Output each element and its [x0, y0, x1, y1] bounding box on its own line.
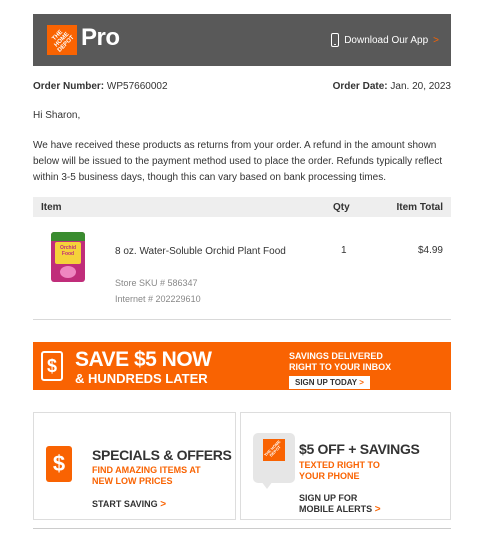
- chevron-right-icon: >: [374, 504, 381, 515]
- chevron-right-icon: >: [359, 378, 364, 387]
- banner-right-line2: RIGHT TO YOUR INBOX: [289, 362, 392, 372]
- order-number: Order Number: WP57660002: [33, 81, 168, 92]
- promo-sub-line1: TEXTED RIGHT TO: [299, 460, 380, 470]
- orchid-flower-graphic: [60, 266, 76, 278]
- greeting: Hi Sharon,: [33, 110, 81, 121]
- product-qty: 1: [341, 245, 347, 256]
- home-depot-logo[interactable]: THE HOME DEPOT: [47, 25, 77, 55]
- order-number-label: Order Number:: [33, 81, 105, 92]
- dollar-icon: $: [46, 446, 72, 482]
- col-qty: Qty: [333, 202, 350, 213]
- product-name[interactable]: 8 oz. Water-Soluble Orchid Plant Food: [115, 246, 286, 257]
- banner-right-text: SAVINGS DELIVERED RIGHT TO YOUR INBOX: [289, 351, 391, 373]
- download-app-label: Download Our App: [344, 34, 429, 46]
- pro-wordmark: Pro: [81, 24, 120, 51]
- product-box-top: [51, 232, 85, 241]
- order-date-value: Jan. 20, 2023: [390, 81, 451, 92]
- order-number-value: WP57660002: [106, 81, 168, 92]
- order-date-label: Order Date:: [332, 81, 388, 92]
- phone-icon: [331, 33, 340, 47]
- banner-right-line1: SAVINGS DELIVERED: [289, 351, 383, 361]
- mobile-alerts-link[interactable]: SIGN UP FOR MOBILE ALERTS >: [299, 493, 381, 515]
- mobile-alerts-line2: MOBILE ALERTS >: [299, 504, 381, 515]
- chevron-right-icon: >: [160, 499, 167, 510]
- promo-subtitle: FIND AMAZING ITEMS AT NEW LOW PRICES: [92, 465, 201, 487]
- download-app-link[interactable]: Download Our App >: [331, 33, 439, 47]
- home-depot-logo: THE HOME DEPOT: [263, 439, 285, 461]
- promo-title: $5 OFF + SAVINGS: [299, 441, 420, 457]
- promo-sub-line2: NEW LOW PRICES: [92, 476, 173, 486]
- email-body: THE HOME DEPOT Pro Download Our App > Or…: [33, 14, 451, 529]
- return-message: We have received these products as retur…: [33, 140, 443, 183]
- banner-subline: & HUNDREDS LATER: [75, 371, 208, 386]
- product-total: $4.99: [417, 245, 443, 256]
- start-saving-label: START SAVING: [92, 499, 158, 509]
- product-store-sku: Store SKU # 586347: [115, 278, 198, 288]
- chevron-right-icon: >: [433, 34, 439, 46]
- chat-bubble-tail: [261, 481, 273, 489]
- promo-sub-line2: YOUR PHONE: [299, 471, 360, 481]
- email-header: THE HOME DEPOT Pro Download Our App >: [33, 14, 451, 66]
- sign-up-today-label: SIGN UP TODAY: [295, 378, 357, 387]
- mobile-alerts-promo[interactable]: THE HOME DEPOT $5 OFF + SAVINGS TEXTED R…: [240, 412, 451, 520]
- order-date: Order Date: Jan. 20, 2023: [333, 81, 451, 92]
- col-item: Item: [41, 202, 62, 213]
- product-internet-number: Internet # 202229610: [115, 294, 201, 304]
- footer-divider: [33, 528, 451, 529]
- promo-sub-line1: FIND AMAZING ITEMS AT: [92, 465, 201, 475]
- logo-text: THE HOME DEPOT: [51, 29, 76, 54]
- banner-headline: SAVE $5 NOW: [75, 348, 212, 371]
- mobile-alerts-line1: SIGN UP FOR: [299, 493, 358, 503]
- col-item-total: Item Total: [396, 202, 443, 213]
- start-saving-link[interactable]: START SAVING >: [92, 499, 166, 510]
- specials-offers-promo[interactable]: $ SPECIALS & OFFERS FIND AMAZING ITEMS A…: [33, 412, 236, 520]
- dollar-icon: $: [41, 351, 63, 381]
- divider: [33, 319, 451, 320]
- order-info-row: Order Number: WP57660002 Order Date: Jan…: [33, 81, 451, 92]
- promo-subtitle: TEXTED RIGHT TO YOUR PHONE: [299, 460, 380, 482]
- product-image[interactable]: Orchid Food: [51, 232, 85, 282]
- items-table-header: Item Qty Item Total: [33, 197, 451, 217]
- mini-logo-text: THE HOME DEPOT: [262, 438, 282, 458]
- sign-up-today-button[interactable]: SIGN UP TODAY >: [289, 376, 370, 389]
- product-box-label: Orchid Food: [55, 242, 81, 264]
- mobile-alerts-label: MOBILE ALERTS: [299, 504, 373, 514]
- promo-title: SPECIALS & OFFERS: [92, 447, 232, 463]
- save-banner[interactable]: $ SAVE $5 NOW & HUNDREDS LATER SAVINGS D…: [33, 342, 451, 390]
